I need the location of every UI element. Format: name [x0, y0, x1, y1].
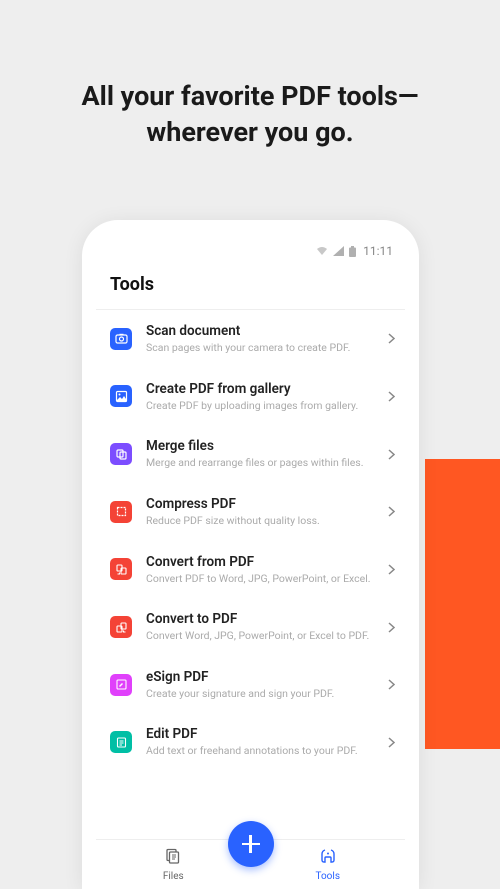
- tool-scan-document[interactable]: Scan document Scan pages with your camer…: [96, 310, 405, 368]
- tool-compress-pdf[interactable]: Compress PDF Reduce PDF size without qua…: [96, 483, 405, 541]
- tool-esign-pdf[interactable]: eSign PDF Create your signature and sign…: [96, 656, 405, 714]
- nav-tools[interactable]: Tools: [251, 840, 406, 889]
- image-icon: [110, 385, 132, 407]
- chevron-right-icon: [388, 329, 395, 348]
- clock-time: 11:11: [363, 244, 393, 258]
- nav-label: Files: [163, 871, 184, 882]
- signal-icon: [333, 246, 344, 256]
- convert-from-icon: [110, 558, 132, 580]
- edit-icon: [110, 731, 132, 753]
- tool-title: Convert to PDF: [146, 611, 374, 627]
- tools-icon: [319, 847, 337, 869]
- page-title: Tools: [96, 264, 405, 310]
- tool-subtitle: Convert Word, JPG, PowerPoint, or Excel …: [146, 629, 374, 643]
- tool-edit-pdf[interactable]: Edit PDF Add text or freehand annotation…: [96, 713, 405, 771]
- compress-icon: [110, 501, 132, 523]
- merge-icon: [110, 443, 132, 465]
- tool-subtitle: Reduce PDF size without quality loss.: [146, 514, 374, 528]
- esign-icon: [110, 674, 132, 696]
- wifi-icon: [316, 246, 328, 256]
- decorative-accent: [425, 459, 500, 749]
- fab-add-button[interactable]: [228, 821, 274, 867]
- chevron-right-icon: [388, 387, 395, 406]
- chevron-right-icon: [388, 618, 395, 637]
- tool-title: Scan document: [146, 323, 374, 339]
- chevron-right-icon: [388, 675, 395, 694]
- status-bar: 11:11: [96, 234, 405, 264]
- files-icon: [164, 847, 182, 869]
- convert-to-icon: [110, 616, 132, 638]
- tool-subtitle: Convert PDF to Word, JPG, PowerPoint, or…: [146, 572, 374, 586]
- tool-create-from-gallery[interactable]: Create PDF from gallery Create PDF by up…: [96, 368, 405, 426]
- phone-frame: 11:11 Tools Scan document Scan pages wit…: [82, 220, 419, 889]
- tool-title: Create PDF from gallery: [146, 381, 374, 397]
- tool-title: Merge files: [146, 438, 374, 454]
- tool-subtitle: Create your signature and sign your PDF.: [146, 687, 374, 701]
- tool-title: Convert from PDF: [146, 554, 374, 570]
- chevron-right-icon: [388, 560, 395, 579]
- tool-subtitle: Add text or freehand annotations to your…: [146, 744, 374, 758]
- tool-subtitle: Create PDF by uploading images from gall…: [146, 399, 374, 413]
- chevron-right-icon: [388, 502, 395, 521]
- tool-subtitle: Scan pages with your camera to create PD…: [146, 341, 374, 355]
- tool-merge-files[interactable]: Merge files Merge and rearrange files or…: [96, 425, 405, 483]
- nav-label: Tools: [316, 871, 340, 882]
- tool-convert-to-pdf[interactable]: Convert to PDF Convert Word, JPG, PowerP…: [96, 598, 405, 656]
- camera-icon: [110, 328, 132, 350]
- promo-headline: All your favorite PDF tools—wherever you…: [0, 0, 500, 151]
- tool-title: eSign PDF: [146, 669, 374, 685]
- tool-list: Scan document Scan pages with your camer…: [96, 310, 405, 889]
- battery-icon: [349, 246, 356, 257]
- tool-title: Edit PDF: [146, 726, 374, 742]
- tool-convert-from-pdf[interactable]: Convert from PDF Convert PDF to Word, JP…: [96, 541, 405, 599]
- chevron-right-icon: [388, 445, 395, 464]
- tool-subtitle: Merge and rearrange files or pages withi…: [146, 456, 374, 470]
- tool-title: Compress PDF: [146, 496, 374, 512]
- chevron-right-icon: [388, 733, 395, 752]
